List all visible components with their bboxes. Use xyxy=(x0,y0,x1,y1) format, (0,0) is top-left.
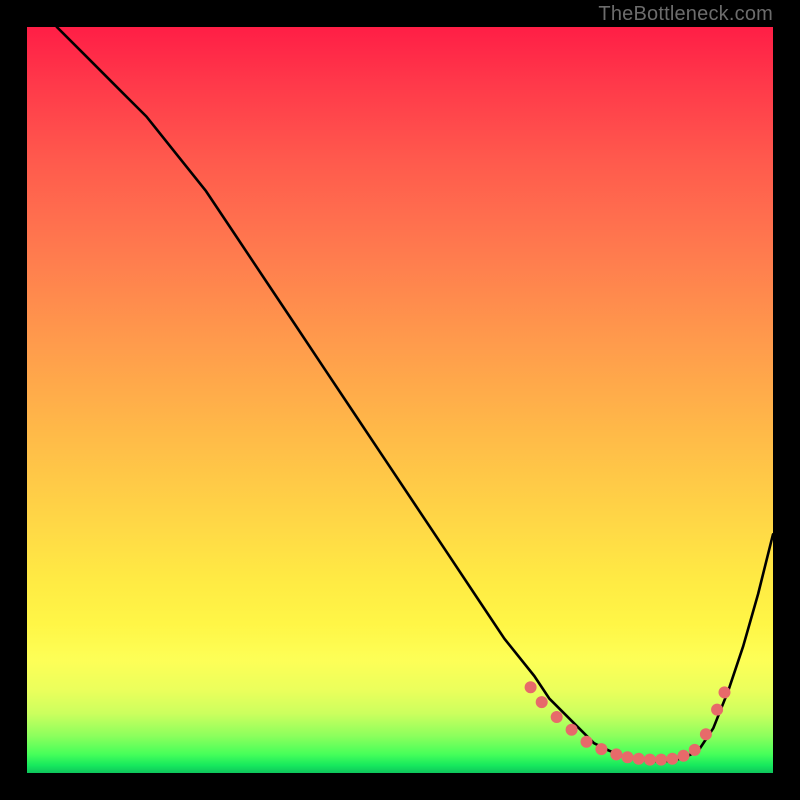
sweet-spot-dot xyxy=(689,744,701,756)
sweet-spot-dot xyxy=(700,728,712,740)
sweet-spot-dot xyxy=(525,681,537,693)
sweet-spot-dot xyxy=(666,753,678,765)
sweet-spot-dot xyxy=(655,754,667,766)
sweet-spot-dot xyxy=(581,736,593,748)
plot-area xyxy=(27,27,773,773)
sweet-spot-dot xyxy=(711,704,723,716)
sweet-spot-dot xyxy=(595,743,607,755)
sweet-spot-dot xyxy=(536,696,548,708)
sweet-spot-dots xyxy=(525,681,731,765)
sweet-spot-dot xyxy=(719,686,731,698)
sweet-spot-dot xyxy=(633,753,645,765)
sweet-spot-dot xyxy=(610,748,622,760)
watermark-text: TheBottleneck.com xyxy=(598,3,773,26)
bottleneck-curve xyxy=(57,27,773,761)
sweet-spot-dot xyxy=(566,724,578,736)
chart-frame: TheBottleneck.com xyxy=(0,0,800,800)
sweet-spot-dot xyxy=(551,711,563,723)
sweet-spot-dot xyxy=(622,751,634,763)
curve-svg xyxy=(27,27,773,773)
sweet-spot-dot xyxy=(644,754,656,766)
sweet-spot-dot xyxy=(678,750,690,762)
